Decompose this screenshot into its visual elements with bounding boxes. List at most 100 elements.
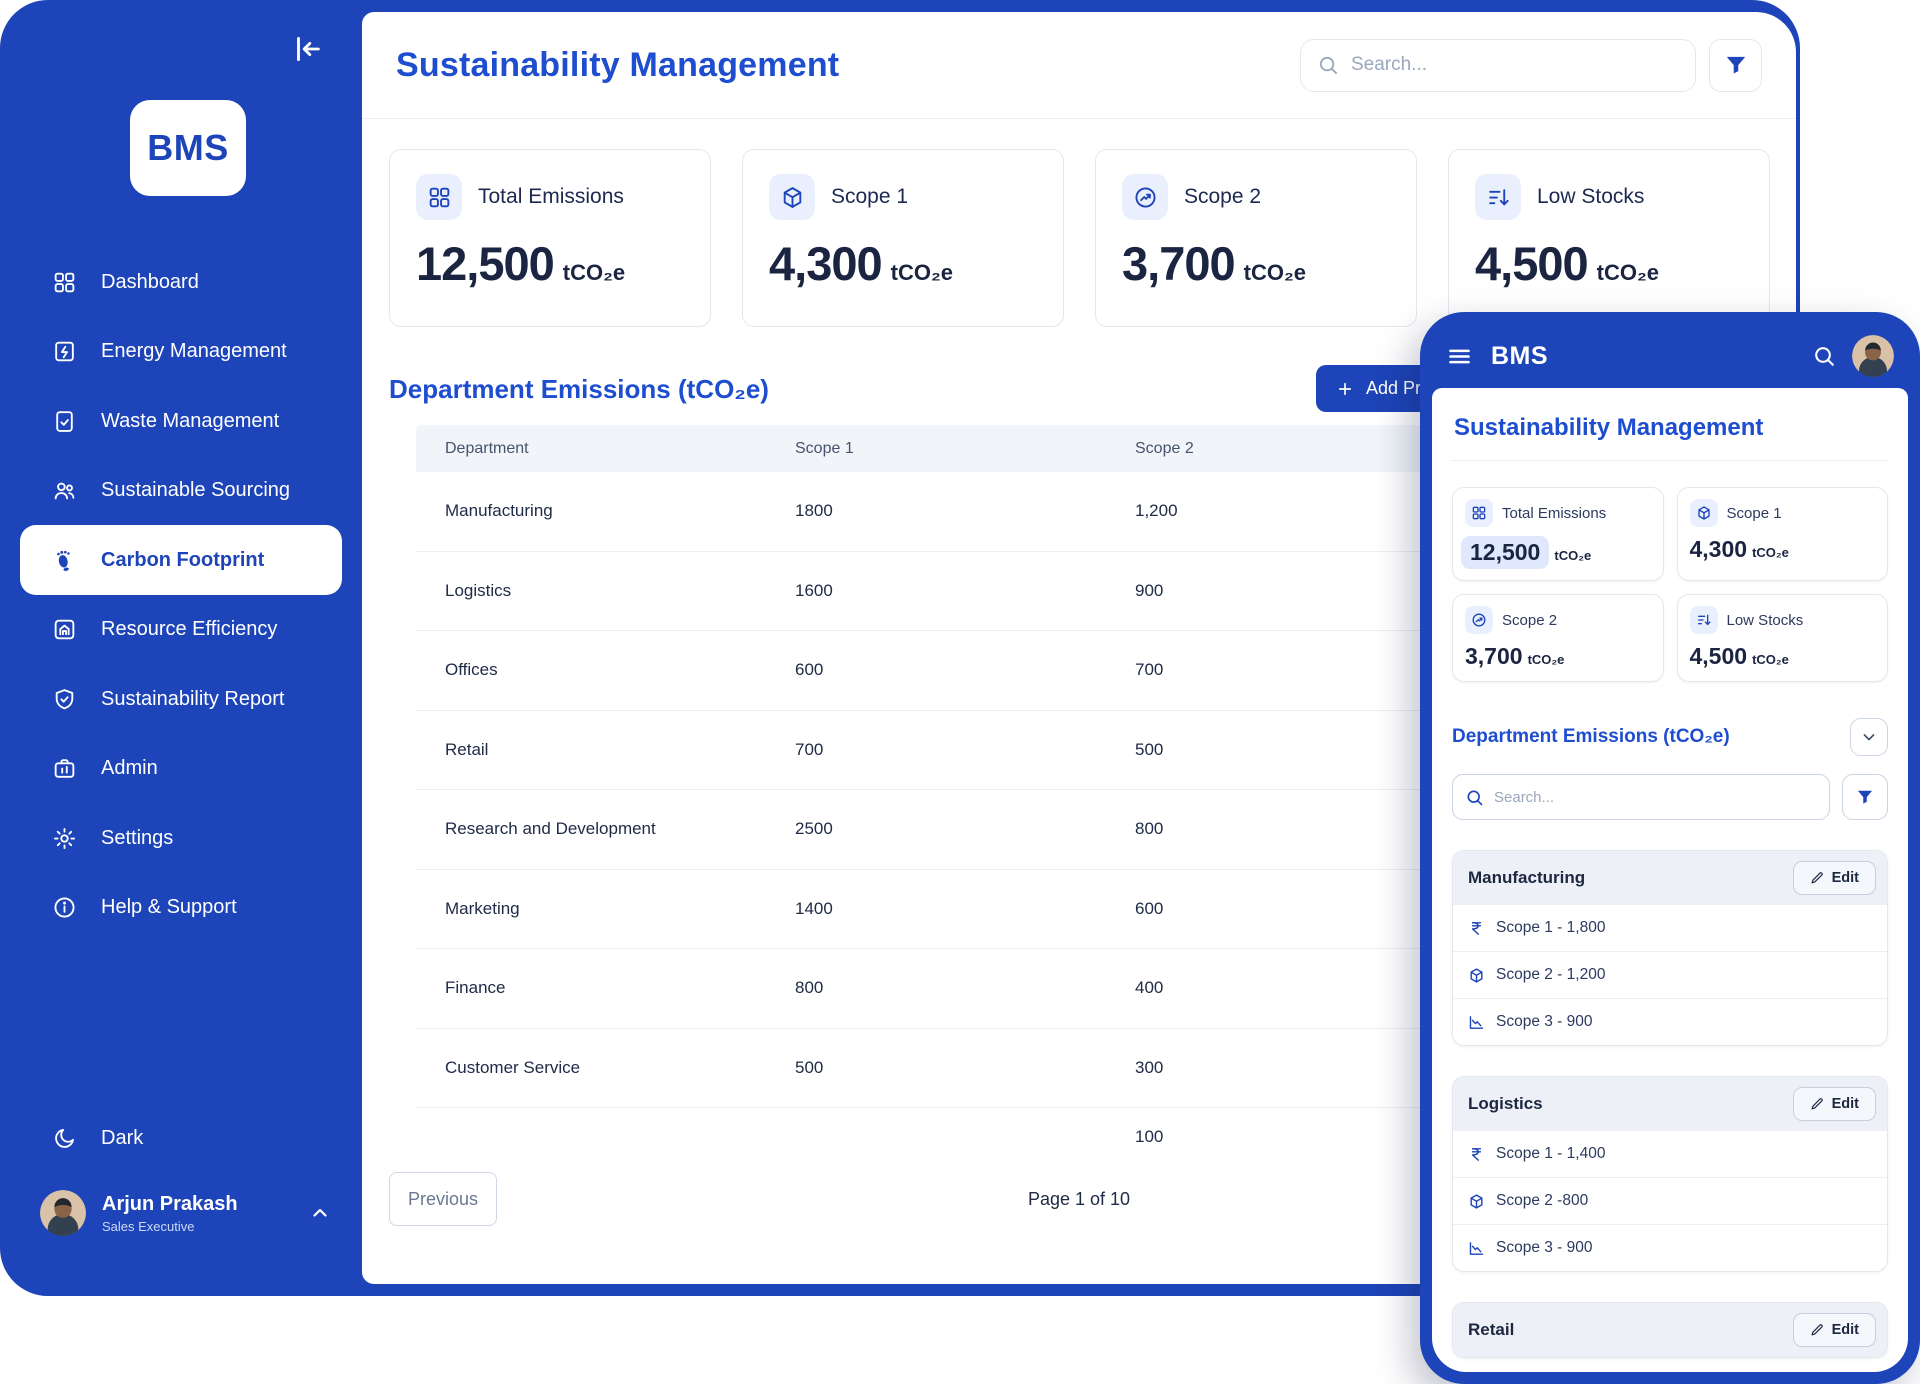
sidebar-item-label: Admin [101,757,158,780]
cell-department: Marketing [416,899,766,919]
pencil-icon [1810,871,1824,885]
sidebar-item-settings[interactable]: Settings [20,810,342,866]
section-title: Department Emissions (tCO₂e) [1452,726,1850,748]
resource-icon [52,617,77,642]
stat-unit: tCO₂e [1752,545,1789,560]
department-card-header: Logistics Edit [1453,1077,1887,1131]
filter-button[interactable] [1842,774,1888,820]
energy-icon [52,339,77,364]
sidebar-item-label: Resource Efficiency [101,618,277,641]
rupee-icon [1468,1146,1485,1163]
sidebar-item-sustainable-sourcing[interactable]: Sustainable Sourcing [20,463,342,519]
sidebar: BMS Dashboard Energy Management Waste Ma… [0,0,362,1296]
mobile-stat-cards: Total Emissions 12,500 tCO₂e Scope 1 4,3… [1452,487,1888,682]
previous-page-button[interactable]: Previous [389,1172,497,1226]
mobile-header: BMS [1432,324,1908,388]
stat-value: 3,700 [1122,236,1235,291]
column-header-department: Department [416,440,766,458]
search-input[interactable] [1351,54,1679,76]
chevron-down-icon [1859,727,1879,747]
mobile-stat-card-scope-1: Scope 1 4,300 tCO₂e [1677,487,1889,581]
stat-value: 4,300 [769,236,882,291]
cell-scope-2: 700 [1106,660,1446,680]
stat-card-scope-1: Scope 1 4,300 tCO₂e [742,149,1064,327]
scope-row: Scope 3 - 900 [1453,999,1887,1045]
sidebar-item-carbon-footprint[interactable]: Carbon Footprint [20,525,342,595]
cell-scope-2: 900 [1106,581,1446,601]
search-icon[interactable] [1812,344,1836,368]
grid-icon [1465,499,1493,527]
column-header-scope-2: Scope 2 [1106,440,1446,458]
filter-button[interactable] [1709,39,1762,92]
sidebar-item-energy-management[interactable]: Energy Management [20,324,342,380]
cell-scope-2: 300 [1106,1058,1446,1078]
scope-row: Scope 2 - 1,200 [1453,952,1887,999]
chart-line-icon [1468,1014,1485,1031]
user-name: Arjun Prakash [102,1193,238,1216]
cell-scope-1: 800 [766,978,1106,998]
cell-scope-1: 2500 [766,819,1106,839]
search-input[interactable] [1494,789,1817,806]
scope-row-text: Scope 1 - 1,800 [1496,919,1605,937]
stat-card-total-emissions: Total Emissions 12,500 tCO₂e [389,149,711,327]
stat-unit: tCO₂e [1244,260,1306,286]
sidebar-item-label: Help & Support [101,896,237,919]
pencil-icon [1810,1323,1824,1337]
edit-button-label: Edit [1832,1322,1859,1338]
hamburger-menu-icon[interactable] [1446,343,1473,370]
scope-row-text: Scope 3 - 900 [1496,1239,1593,1257]
moon-icon [52,1126,77,1151]
sidebar-item-resource-efficiency[interactable]: Resource Efficiency [20,602,342,658]
cell-scope-1: 700 [766,740,1106,760]
stat-unit: tCO₂e [1528,652,1565,667]
sidebar-collapse-icon[interactable] [290,32,324,66]
dashboard-icon [52,270,77,295]
edit-button[interactable]: Edit [1793,1087,1876,1121]
dark-mode-toggle[interactable]: Dark [20,1110,342,1166]
sidebar-item-admin[interactable]: Admin [20,741,342,797]
scope-row: Scope 2 -800 [1453,1178,1887,1225]
sidebar-item-sustainability-report[interactable]: Sustainability Report [20,671,342,727]
footprint-icon [52,548,77,573]
cell-department: Finance [416,978,766,998]
stat-label: Scope 2 [1502,612,1557,629]
dark-mode-label: Dark [101,1127,143,1150]
chart-line-icon [1468,1240,1485,1257]
user-role: Sales Executive [102,1219,238,1234]
sidebar-item-help-support[interactable]: Help & Support [20,880,342,936]
pencil-icon [1810,1097,1824,1111]
mobile-search-row [1452,774,1888,820]
gear-icon [52,826,77,851]
sidebar-item-label: Sustainable Sourcing [101,479,290,502]
scope-row: Scope 1 - 1,800 [1453,905,1887,952]
cell-scope-2: 400 [1106,978,1446,998]
avatar[interactable] [1852,335,1894,377]
admin-briefcase-icon [52,756,77,781]
mobile-page-title: Sustainability Management [1452,404,1888,461]
stat-label: Scope 2 [1184,185,1261,209]
mobile-stat-card-low-stocks: Low Stocks 4,500 tCO₂e [1677,594,1889,682]
stat-card-scope-2: Scope 2 3,700 tCO₂e [1095,149,1417,327]
user-profile[interactable]: Arjun Prakash Sales Executive [40,1190,332,1236]
stat-label: Low Stocks [1727,612,1804,629]
scope-row-text: Scope 2 -800 [1496,1192,1588,1210]
stat-value: 12,500 [416,236,554,291]
cell-scope-1: 1400 [766,899,1106,919]
chevron-up-icon[interactable] [308,1201,332,1225]
edit-button[interactable]: Edit [1793,861,1876,895]
sidebar-item-label: Carbon Footprint [101,549,264,572]
cell-scope-2: 800 [1106,819,1446,839]
mobile-body: Sustainability Management Total Emission… [1432,388,1908,1372]
mobile-brand: BMS [1491,342,1548,371]
app-logo: BMS [130,100,246,196]
search-icon [1465,788,1484,807]
sidebar-item-waste-management[interactable]: Waste Management [20,393,342,449]
sidebar-item-dashboard[interactable]: Dashboard [20,254,342,310]
collapse-section-button[interactable] [1850,718,1888,756]
stat-value: 4,500 [1690,643,1748,670]
cell-department: Logistics [416,581,766,601]
department-name: Logistics [1468,1094,1793,1114]
edit-button[interactable]: Edit [1793,1313,1876,1347]
add-button-label: Add Pr [1366,378,1421,399]
plus-icon [1336,380,1354,398]
